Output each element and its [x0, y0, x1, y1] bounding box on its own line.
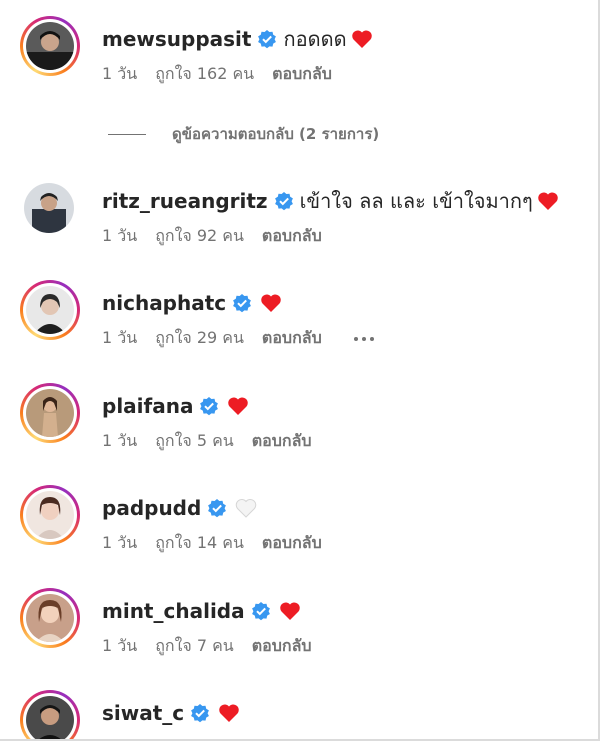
comment-item: plaifana 1 วัน ถูกใจ 5 คน ตอบกลับ [0, 383, 596, 463]
comment-likes[interactable]: ถูกใจ 7 คน [155, 634, 234, 659]
reply-button[interactable]: ตอบกลับ [252, 429, 312, 454]
comment-time: 1 วัน [102, 226, 138, 245]
verified-badge-icon [258, 30, 277, 49]
avatar[interactable] [20, 588, 80, 648]
reply-button[interactable]: ตอบกลับ [272, 62, 332, 87]
red-heart-icon [219, 704, 239, 722]
comment-time: 1 วัน [102, 431, 138, 450]
comment-time: 1 วัน [102, 64, 138, 83]
comment-username[interactable]: padpudd [102, 496, 201, 520]
comment-username[interactable]: siwat_c [102, 701, 184, 725]
comment-item: nichaphatc 1 วัน ถูกใจ 29 คน ตอบกลับ [0, 280, 596, 360]
comment-username[interactable]: ritz_rueangritz [102, 189, 268, 213]
comment-likes[interactable]: ถูกใจ 14 คน [155, 531, 244, 556]
white-heart-icon [236, 499, 257, 518]
view-replies-label: ดูข้อความตอบกลับ (2 รายการ) [172, 125, 380, 143]
comment-text: เข้าใจ ลล และ เข้าใจมากๆ [299, 189, 533, 213]
comment-item: mewsuppasit กอดดด 1 วัน ถูกใจ 162 คน ตอบ… [0, 16, 596, 96]
red-heart-icon [537, 192, 558, 210]
avatar[interactable] [20, 485, 80, 545]
replies-divider [108, 133, 146, 135]
red-heart-icon [279, 602, 300, 620]
reply-button[interactable]: ตอบกลับ [262, 224, 322, 249]
verified-badge-icon [191, 704, 210, 723]
comment-item: mint_chalida 1 วัน ถูกใจ 7 คน ตอบกลับ [0, 588, 596, 668]
reply-button[interactable]: ตอบกลับ [262, 531, 322, 556]
comment-time: 1 วัน [102, 533, 138, 552]
verified-badge-icon [251, 602, 270, 621]
verified-badge-icon [208, 499, 227, 518]
comment-likes[interactable]: ถูกใจ 29 คน [155, 326, 244, 351]
red-heart-icon [261, 294, 281, 312]
comment-likes[interactable]: ถูกใจ 92 คน [155, 224, 244, 249]
comment-text: กอดดด [283, 27, 347, 51]
comment-time: 1 วัน [102, 636, 138, 655]
verified-badge-icon [274, 192, 293, 211]
comment-likes[interactable]: ถูกใจ 162 คน [155, 62, 254, 87]
avatar[interactable] [20, 178, 80, 238]
comment-time: 1 วัน [102, 328, 138, 347]
comment-username[interactable]: plaifana [102, 394, 193, 418]
comment-username[interactable]: mewsuppasit [102, 27, 251, 51]
avatar[interactable] [20, 383, 80, 443]
view-replies-button[interactable]: ดูข้อความตอบกลับ (2 รายการ) [108, 122, 379, 146]
avatar[interactable] [20, 16, 80, 76]
reply-button[interactable]: ตอบกลับ [252, 634, 312, 659]
red-heart-icon [351, 30, 372, 48]
comment-item: ritz_rueangritz เข้าใจ ลล และ เข้าใจมากๆ… [0, 178, 596, 258]
comment-username[interactable]: nichaphatc [102, 291, 226, 315]
avatar[interactable] [20, 690, 80, 739]
more-options-icon[interactable] [353, 336, 374, 341]
comment-username[interactable]: mint_chalida [102, 599, 245, 623]
verified-badge-icon [200, 397, 219, 416]
verified-badge-icon [233, 294, 252, 313]
reply-button[interactable]: ตอบกลับ [262, 326, 322, 351]
comment-likes[interactable]: ถูกใจ 5 คน [155, 429, 234, 454]
comment-item: siwat_c [0, 690, 596, 739]
comment-item: padpudd 1 วัน ถูกใจ 14 คน ตอบกลับ [0, 485, 596, 565]
red-heart-icon [228, 397, 249, 415]
avatar[interactable] [20, 280, 80, 340]
